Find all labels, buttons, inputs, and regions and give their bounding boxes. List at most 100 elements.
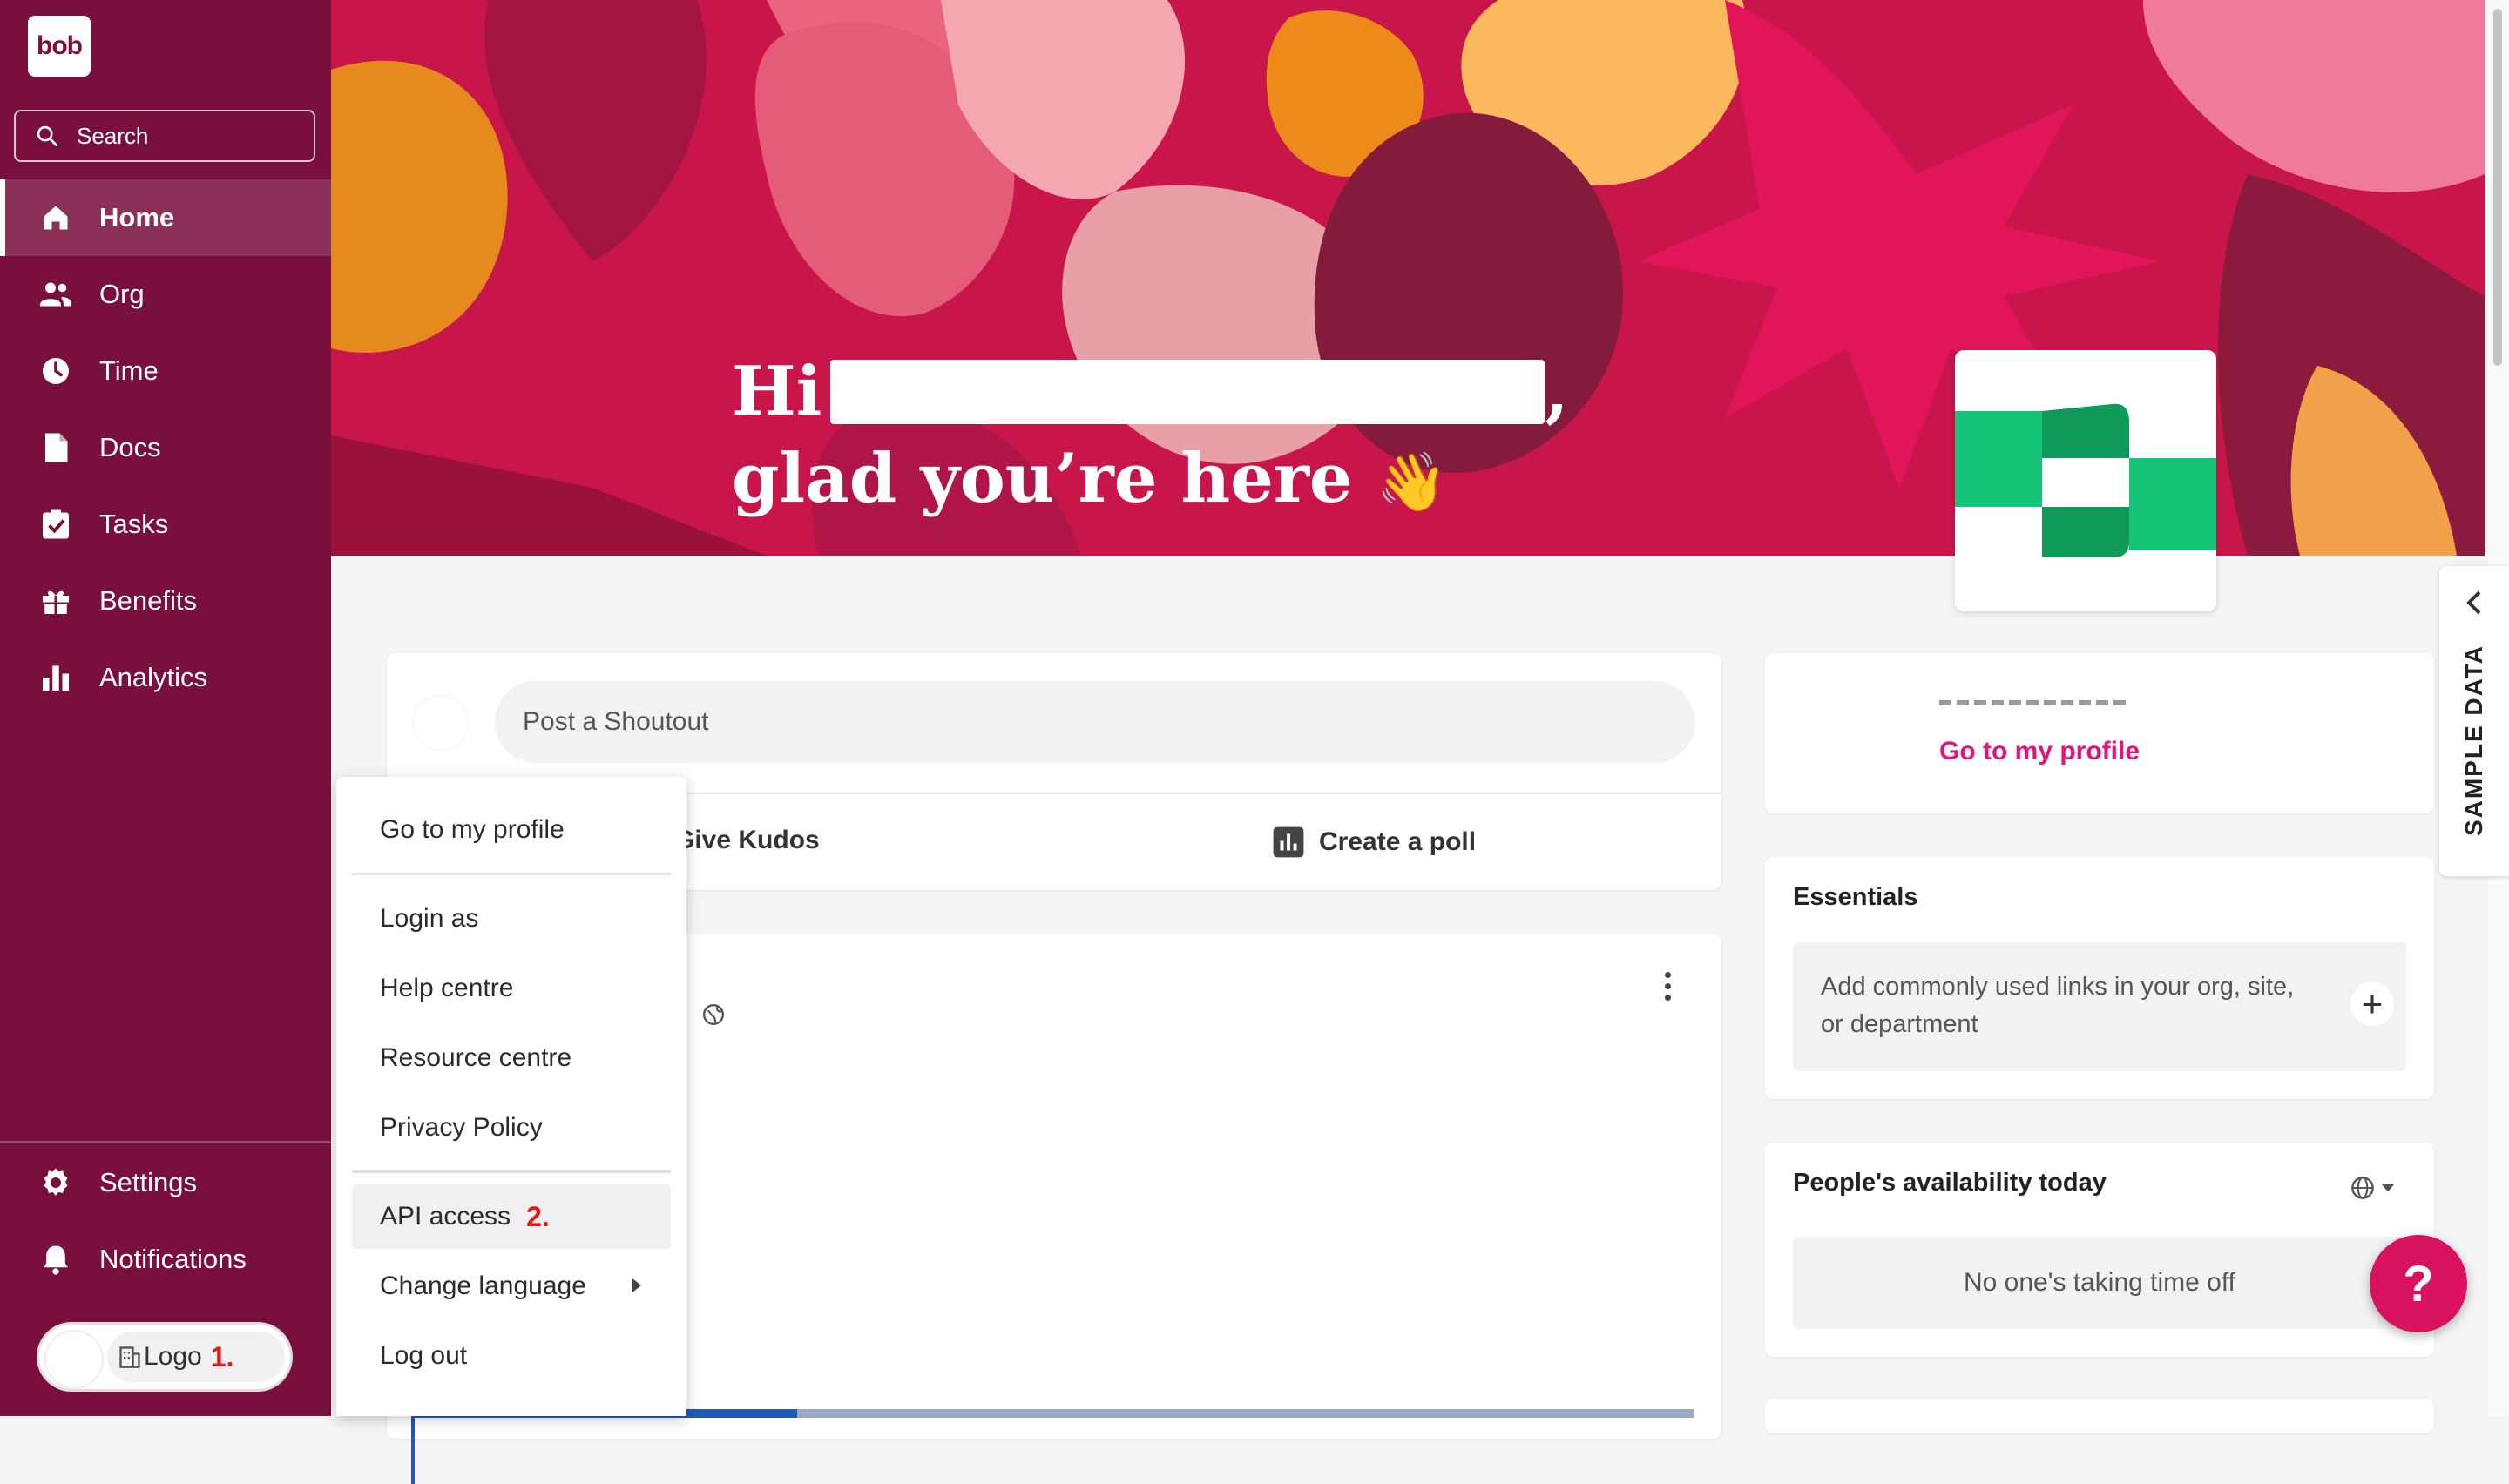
menu-item-label: Help centre <box>380 974 514 1002</box>
menu-item-log-out[interactable]: Log out <box>336 1324 686 1388</box>
user-menu-pill[interactable]: Logo 1. <box>37 1322 293 1392</box>
create-poll-label: Create a poll <box>1319 827 1477 856</box>
essentials-card: Essentials Add commonly used links in yo… <box>1765 857 2434 1099</box>
sidebar-item-home[interactable]: Home <box>0 179 331 256</box>
essentials-title: Essentials <box>1793 883 1918 911</box>
sample-data-label: SAMPLE DATA <box>2460 644 2487 837</box>
sidebar-item-label: Notifications <box>99 1244 247 1274</box>
redacted-profile-name <box>1939 700 2131 705</box>
avatar <box>413 695 469 751</box>
sidebar-divider <box>0 1141 331 1143</box>
greeting-text: Hi , glad you’re here 👋 <box>732 348 1568 526</box>
menu-item-api-access[interactable]: API access 2. <box>352 1184 671 1249</box>
sidebar-item-label: Settings <box>99 1167 198 1197</box>
sidebar-item-label: Org <box>99 279 145 309</box>
chevron-left-icon <box>2466 590 2481 615</box>
essentials-empty-state: Add commonly used links in your org, sit… <box>1793 942 2406 1071</box>
company-logo-tag[interactable]: Logo 1. <box>107 1332 285 1382</box>
redacted-user-name <box>830 360 1545 424</box>
help-label: ? <box>2403 1255 2434 1312</box>
sidebar-item-notifications[interactable]: Notifications <box>0 1221 331 1298</box>
menu-item-label: Login as <box>380 904 479 933</box>
availability-empty-text: No one's taking time off <box>1963 1268 2235 1297</box>
bell-icon <box>38 1242 73 1277</box>
annotation-marker-2: 2. <box>526 1200 550 1232</box>
sidebar-item-settings[interactable]: Settings <box>0 1144 331 1221</box>
next-card <box>1765 1399 2434 1433</box>
globe-icon <box>2351 1177 2374 1199</box>
menu-item-go-to-profile[interactable]: Go to my profile <box>336 798 686 862</box>
availability-title: People's availability today <box>1793 1169 2107 1197</box>
menu-item-label: Change language <box>380 1272 586 1300</box>
sidebar-item-org[interactable]: Org <box>0 256 331 333</box>
availability-card: People's availability today No one's tak… <box>1765 1143 2434 1357</box>
search-input[interactable]: Search <box>14 110 315 162</box>
help-button[interactable]: ? <box>2370 1235 2467 1332</box>
menu-item-label: API access <box>380 1202 511 1231</box>
greeting-line-2: glad you’re here 👋 <box>732 435 1568 526</box>
task-check-icon <box>38 507 73 542</box>
create-poll-button[interactable]: Create a poll <box>1272 826 1476 859</box>
annotation-marker-1: 1. <box>210 1340 234 1373</box>
plus-icon[interactable]: + <box>2350 982 2394 1026</box>
company-logo-card <box>1955 350 2216 611</box>
essentials-empty-text: Add commonly used links in your org, sit… <box>1821 973 2295 1038</box>
sidebar: bob Search Home Org Time Docs Tasks Bene… <box>0 0 331 1416</box>
sidebar-item-label: Analytics <box>99 662 208 692</box>
menu-item-help-centre[interactable]: Help centre <box>336 956 686 1021</box>
menu-item-label: Privacy Policy <box>380 1113 543 1142</box>
building-icon <box>119 1346 140 1368</box>
sidebar-item-label: Benefits <box>99 585 198 616</box>
profile-card: Go to my profile <box>1765 653 2434 813</box>
poll-icon <box>1273 826 1304 858</box>
availability-scope-dropdown[interactable] <box>2350 1176 2396 1200</box>
search-placeholder: Search <box>77 122 149 149</box>
menu-divider <box>352 1170 671 1173</box>
sidebar-item-time[interactable]: Time <box>0 333 331 409</box>
bob-logo[interactable]: bob <box>28 16 91 77</box>
clock-icon <box>38 354 73 388</box>
chevron-down-icon <box>2381 1184 2395 1192</box>
document-icon <box>38 430 73 465</box>
people-icon <box>38 277 73 312</box>
search-icon <box>37 125 57 146</box>
sidebar-item-tasks[interactable]: Tasks <box>0 486 331 563</box>
home-icon <box>38 200 73 235</box>
bar-chart-icon <box>38 660 73 695</box>
sidebar-item-docs[interactable]: Docs <box>0 409 331 486</box>
menu-item-label: Go to my profile <box>380 815 565 844</box>
give-kudos-button[interactable]: Give Kudos <box>674 826 820 855</box>
menu-item-label: Log out <box>380 1341 468 1370</box>
avatar <box>44 1330 104 1389</box>
sidebar-item-label: Home <box>99 202 175 233</box>
shoutout-placeholder: Post a Shoutout <box>523 707 709 736</box>
greeting-glad: glad you’re here <box>732 439 1353 518</box>
company-logo-image <box>1955 403 2216 557</box>
menu-divider <box>352 873 671 875</box>
sidebar-item-benefits[interactable]: Benefits <box>0 563 331 639</box>
sidebar-item-label: Docs <box>99 432 161 462</box>
chevron-right-icon <box>632 1278 641 1292</box>
menu-item-label: Resource centre <box>380 1043 572 1072</box>
give-kudos-label: Give Kudos <box>674 826 820 854</box>
greeting-line-1: Hi , <box>732 348 1568 435</box>
sample-data-tab[interactable]: SAMPLE DATA <box>2439 566 2509 876</box>
gift-icon <box>38 583 73 618</box>
gear-icon <box>38 1165 73 1200</box>
company-logo-label: Logo <box>144 1342 202 1371</box>
menu-item-privacy-policy[interactable]: Privacy Policy <box>336 1096 686 1160</box>
sidebar-item-label: Tasks <box>99 509 169 539</box>
menu-item-resource-centre[interactable]: Resource centre <box>336 1026 686 1090</box>
go-to-my-profile-link[interactable]: Go to my profile <box>1939 737 2140 766</box>
menu-item-login-as[interactable]: Login as <box>336 887 686 951</box>
scrollbar-thumb[interactable] <box>2493 9 2502 366</box>
sidebar-item-analytics[interactable]: Analytics <box>0 639 331 716</box>
greeting-hi: Hi <box>732 352 822 431</box>
menu-item-change-language[interactable]: Change language <box>336 1254 686 1319</box>
availability-empty-state: No one's taking time off <box>1793 1237 2406 1329</box>
greeting-comma: , <box>1545 352 1569 431</box>
shoutout-input[interactable]: Post a Shoutout <box>495 681 1695 763</box>
sidebar-item-label: Time <box>99 355 159 386</box>
wave-emoji: 👋 <box>1376 449 1448 516</box>
user-dropdown-menu: Go to my profile Login as Help centre Re… <box>336 777 686 1416</box>
